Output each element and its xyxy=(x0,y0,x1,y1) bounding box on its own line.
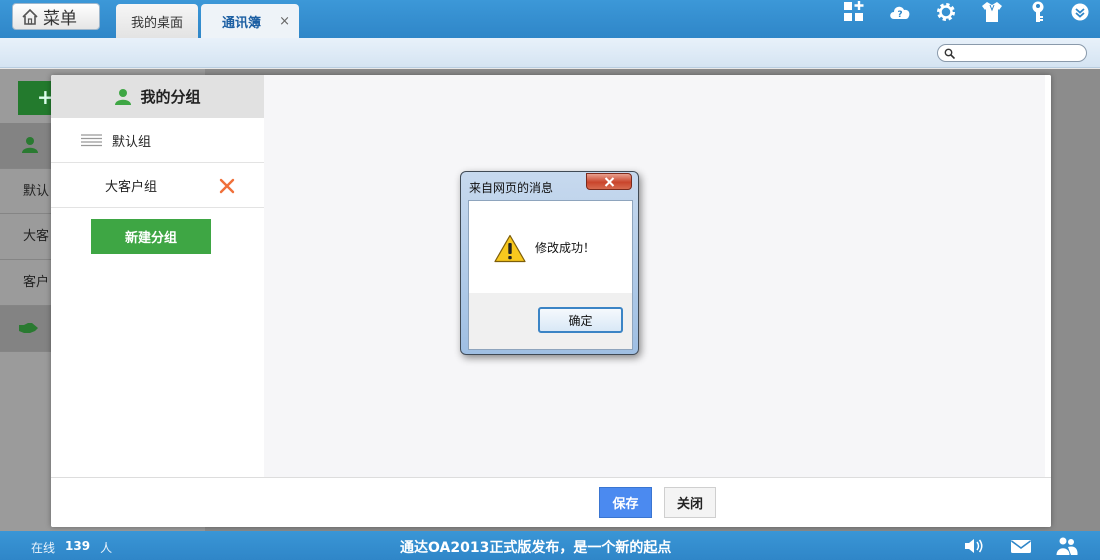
skin-shirt-icon[interactable] xyxy=(980,0,1004,24)
alert-title: 来自网页的消息 xyxy=(469,181,554,195)
close-button[interactable]: 关闭 xyxy=(664,487,716,518)
alert-body: 修改成功！ 确定 xyxy=(468,200,633,350)
warning-icon xyxy=(494,234,526,263)
delete-group-icon[interactable] xyxy=(219,178,235,194)
group-item-major-clients[interactable]: 大客户组 xyxy=(51,163,264,208)
tab-my-desktop[interactable]: 我的桌面 xyxy=(116,4,198,38)
online-users[interactable]: 在线 139 人 xyxy=(31,539,112,556)
help-cloud-icon[interactable]: ? xyxy=(888,0,912,24)
announcement-text[interactable]: 通达OA2013正式版发布，是一个新的起点 xyxy=(400,537,671,557)
search-input[interactable] xyxy=(958,46,1078,60)
top-bar: 菜单 我的桌面 通讯簿 × ? xyxy=(0,0,1100,38)
sub-bar xyxy=(0,38,1100,68)
group-item-label: 大客户组 xyxy=(105,179,158,195)
alert-content: 修改成功！ xyxy=(469,201,632,293)
group-list-panel: 我的分组 默认组 大客户组 新建分组 xyxy=(51,75,264,477)
ok-button[interactable]: 确定 xyxy=(538,307,623,333)
online-label: 在线 xyxy=(31,541,56,555)
group-panel-header: 我的分组 xyxy=(51,75,264,118)
group-panel-title: 我的分组 xyxy=(140,88,201,106)
users-icon[interactable] xyxy=(1056,536,1078,556)
online-count: 139 xyxy=(65,539,91,553)
menu-button[interactable]: 菜单 xyxy=(12,3,100,30)
settings-gear-icon[interactable] xyxy=(934,0,958,24)
group-detail-panel xyxy=(264,75,1045,477)
alert-message: 修改成功！ xyxy=(535,241,596,255)
menu-label: 菜单 xyxy=(43,9,77,29)
key-icon[interactable] xyxy=(1026,0,1050,24)
person-icon xyxy=(115,88,132,105)
tab-my-desktop-label: 我的桌面 xyxy=(130,15,183,31)
collapse-chevron-icon[interactable] xyxy=(1068,0,1092,24)
alert-close-button[interactable] xyxy=(586,173,632,190)
modal-footer: 保存 关闭 xyxy=(51,477,1051,527)
save-button[interactable]: 保存 xyxy=(599,487,652,518)
handshake-icon xyxy=(19,323,38,333)
modal-scrollbar[interactable] xyxy=(1045,75,1051,477)
add-shortcut-icon[interactable] xyxy=(842,0,866,24)
online-unit: 人 xyxy=(100,541,113,555)
tab-close-icon[interactable]: × xyxy=(279,14,290,29)
mail-icon[interactable] xyxy=(1010,536,1032,556)
tab-address-book-label: 通讯簿 xyxy=(222,15,262,31)
new-group-button[interactable]: 新建分组 xyxy=(91,219,211,254)
alert-dialog: 来自网页的消息 修改成功！ 确定 xyxy=(460,171,639,355)
home-icon xyxy=(22,8,38,25)
group-item-default[interactable]: 默认组 xyxy=(51,118,264,163)
status-bar: 在线 139 人 通达OA2013正式版发布，是一个新的起点 xyxy=(0,531,1100,560)
search-icon xyxy=(944,48,955,59)
tab-address-book[interactable]: 通讯簿 × xyxy=(201,4,299,38)
sound-icon[interactable] xyxy=(963,536,985,556)
person-icon xyxy=(22,137,38,153)
search-box[interactable] xyxy=(937,44,1087,62)
group-item-label: 默认组 xyxy=(112,134,152,150)
close-icon xyxy=(604,177,615,187)
svg-text:?: ? xyxy=(897,10,902,20)
list-lines-icon xyxy=(81,134,102,147)
